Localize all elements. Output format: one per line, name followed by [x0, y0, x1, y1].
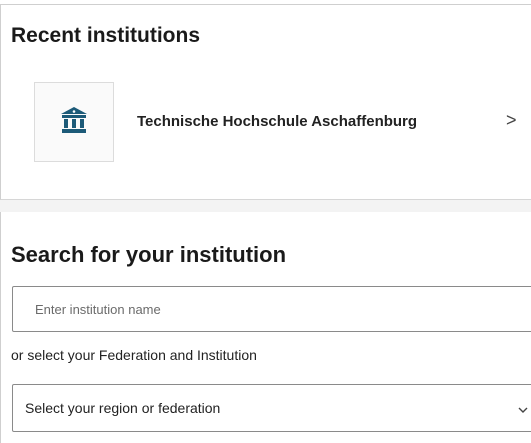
institution-name: Technische Hochschule Aschaffenburg: [137, 113, 418, 130]
chevron-right-icon: >: [506, 110, 517, 130]
institution-building-icon: [59, 105, 89, 140]
search-section: Search for your institution or select yo…: [0, 212, 531, 443]
region-federation-select[interactable]: Select your region or federation: [12, 384, 531, 432]
recent-institution-item[interactable]: Technische Hochschule Aschaffenburg >: [34, 82, 531, 162]
recent-institutions-heading: Recent institutions: [11, 24, 201, 47]
institution-search-input[interactable]: [12, 286, 531, 332]
region-select-label: Select your region or federation: [25, 400, 221, 416]
chevron-down-icon: [518, 402, 528, 413]
search-heading: Search for your institution: [11, 242, 287, 267]
recent-institutions-card: Recent institutions Technische Hochschul…: [0, 4, 531, 200]
institution-selector: Recent institutions Technische Hochschul…: [0, 0, 531, 443]
institution-logo: [34, 82, 114, 162]
federation-hint-text: or select your Federation and Institutio…: [11, 347, 257, 363]
section-divider: [0, 200, 531, 212]
